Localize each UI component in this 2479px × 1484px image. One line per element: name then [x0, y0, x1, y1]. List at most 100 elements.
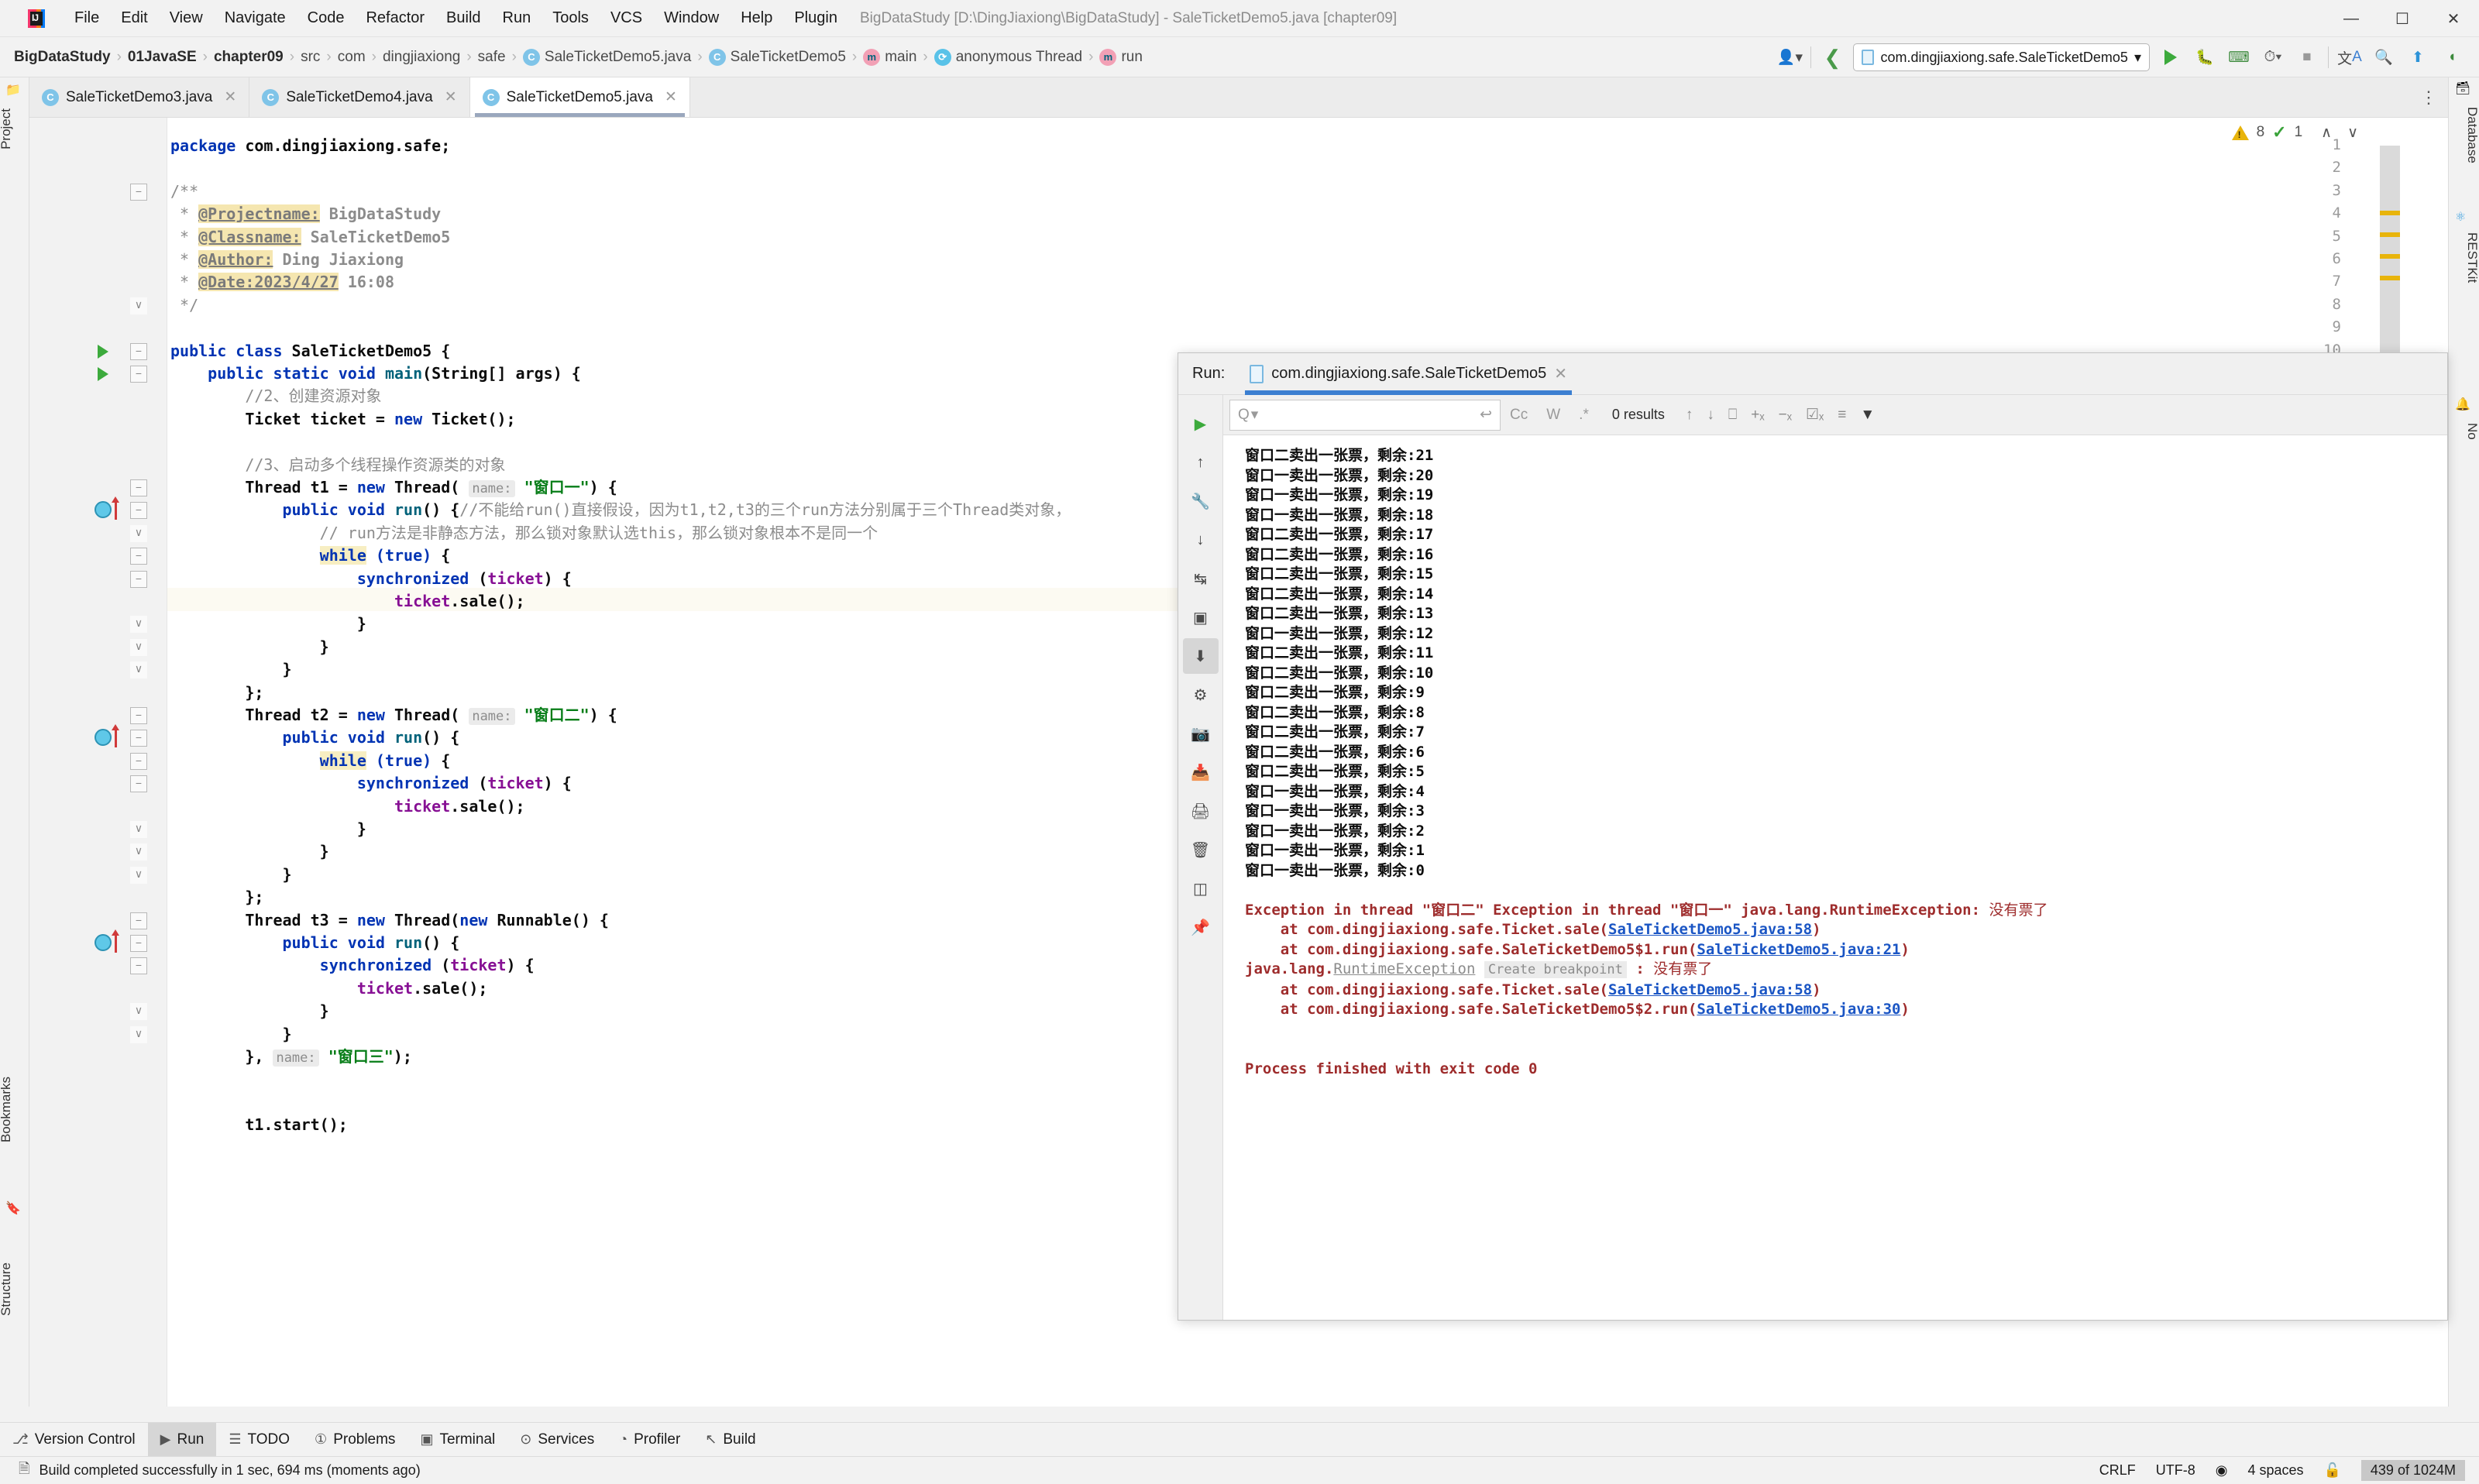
fold-marker[interactable]: − [130, 366, 147, 383]
breadcrumb-item-saleticketdemo5[interactable]: C SaleTicketDemo5 [708, 48, 846, 66]
console-output-line[interactable] [1245, 1039, 2447, 1060]
menu-item-navigate[interactable]: Navigate [214, 6, 297, 30]
print-icon[interactable]: 🖨 [1183, 793, 1219, 829]
fold-marker[interactable]: − [130, 775, 147, 793]
run-tab[interactable]: com.dingjiaxiong.safe.SaleTicketDemo5 ✕ [1245, 353, 1572, 395]
code-line[interactable]: t1.start(); [170, 1115, 347, 1134]
code-line[interactable]: Thread t2 = new Thread( name: "窗口二") { [170, 706, 617, 726]
console-error-line[interactable]: java.lang.RuntimeException Create breakp… [1245, 960, 2447, 981]
trash-icon[interactable]: 🗑 [1183, 832, 1219, 867]
code-line[interactable]: Ticket ticket = new Ticket(); [170, 410, 515, 428]
fold-marker[interactable]: − [130, 479, 147, 496]
scroll-to-end-icon[interactable]: ⬇ [1182, 638, 1219, 674]
breadcrumb-item-dingjiaxiong[interactable]: dingjiaxiong [383, 49, 460, 66]
code-line[interactable]: } [170, 637, 329, 656]
code-line[interactable]: // run方法是非静态方法，那么锁对象默认选this，那么锁对象根本不是同一个 [170, 524, 878, 542]
code-line[interactable]: * @Author: Ding Jiaxiong [170, 250, 404, 269]
scroll-down-icon[interactable]: ↓ [1183, 522, 1219, 558]
console-output-line[interactable]: 窗口一卖出一张票，剩余:0 [1245, 861, 2447, 881]
inspection-widget[interactable]: 8 ✓ 1 ∧ ∨ [2231, 122, 2358, 143]
console-icon[interactable]: ◫ [1183, 871, 1219, 906]
code-line[interactable]: }; [170, 683, 263, 702]
code-line[interactable]: }; [170, 888, 263, 906]
warning-stripe[interactable] [2380, 211, 2400, 215]
fold-marker[interactable]: − [130, 957, 147, 975]
console-output-line[interactable]: 窗口一卖出一张票，剩余:1 [1245, 841, 2447, 861]
console-output-line[interactable]: 窗口一卖出一张票，剩余:19 [1245, 486, 2447, 506]
debug-icon[interactable]: 🐛 [2192, 44, 2218, 70]
breadcrumb-item-main[interactable]: m main [863, 48, 916, 66]
fold-marker[interactable]: − [130, 502, 147, 520]
breadcrumb-item-01javase[interactable]: 01JavaSE [128, 49, 197, 66]
search-input[interactable] [1264, 407, 1474, 423]
code-line[interactable]: synchronized (ticket) { [170, 569, 572, 588]
console-error-line[interactable]: at com.dingjiaxiong.safe.SaleTicketDemo5… [1245, 1000, 2447, 1020]
breadcrumb-item-anonymous-thread[interactable]: ⟳ anonymous Thread [933, 48, 1082, 66]
tool-window-button-services[interactable]: ⊙ Services [507, 1423, 607, 1457]
warning-stripe[interactable] [2380, 276, 2400, 280]
tool-window-button-terminal[interactable]: ▣ Terminal [407, 1423, 507, 1457]
back-arrow-icon[interactable]: ❮ [1819, 44, 1845, 70]
thread-dump-icon[interactable]: ⚙ [1183, 677, 1219, 713]
editor-tab-saleticketdemo4-java[interactable]: C SaleTicketDemo4.java ✕ [249, 77, 470, 117]
breadcrumb-item-src[interactable]: src [301, 49, 320, 66]
code-line[interactable]: public void run() { [170, 933, 460, 952]
code-line[interactable]: while (true) { [170, 751, 450, 770]
code-line[interactable]: * @Classname: SaleTicketDemo5 [170, 227, 450, 246]
code-line[interactable]: ticket.sale(); [170, 979, 488, 998]
tool-window-button-todo[interactable]: ☰ TODO [216, 1423, 302, 1457]
tool-window-button-profiler[interactable]: ◔ Profiler [607, 1423, 693, 1457]
translate-icon[interactable]: 文A [2336, 44, 2363, 70]
menu-item-file[interactable]: File [64, 6, 110, 30]
menu-item-run[interactable]: Run [492, 6, 542, 30]
bookmarks-toolwindow-icon[interactable]: 🔖 [5, 1201, 24, 1219]
code-line[interactable]: ticket.sale(); [170, 797, 525, 816]
code-line[interactable]: } [170, 1025, 291, 1043]
code-line[interactable]: } [170, 819, 366, 838]
fold-marker[interactable]: ∨ [130, 661, 147, 679]
code-line[interactable]: } [170, 865, 291, 884]
console-output-line[interactable]: 窗口二卖出一张票，剩余:6 [1245, 743, 2447, 763]
console-error-line[interactable]: Exception in thread "窗口二" Exception in t… [1245, 901, 2447, 921]
notifications-bell-icon[interactable]: 🔔 [2455, 397, 2474, 415]
memory-indicator[interactable]: 439 of 1024M [2360, 1460, 2465, 1481]
pin-icon[interactable]: 📌 [1183, 909, 1219, 945]
console-output-line[interactable]: 窗口二卖出一张票，剩余:21 [1245, 446, 2447, 466]
console-error-line[interactable]: at com.dingjiaxiong.safe.Ticket.sale(Sal… [1245, 920, 2447, 940]
reset-search-icon[interactable]: ↩ [1480, 406, 1492, 424]
close-icon[interactable]: ✕ [445, 88, 457, 106]
console-output-line[interactable]: 窗口二卖出一张票，剩余:17 [1245, 525, 2447, 545]
sidebar-item-notifications[interactable]: No [2449, 423, 2479, 440]
console-output-line[interactable]: 窗口二卖出一张票，剩余:7 [1245, 723, 2447, 743]
fold-marker[interactable]: ∨ [130, 866, 147, 884]
indent-indicator[interactable]: 4 spaces [2247, 1462, 2303, 1479]
prev-match-icon[interactable]: ↑ [1679, 407, 1700, 424]
code-line[interactable]: public static void main(String[] args) { [170, 364, 581, 383]
console-output-line[interactable]: 窗口一卖出一张票，剩余:4 [1245, 782, 2447, 802]
run-icon[interactable] [2158, 44, 2184, 70]
chevron-down-icon[interactable]: ▾ [1251, 406, 1259, 424]
search-everywhere-icon[interactable]: 🔍 [2371, 44, 2397, 70]
maximize-button[interactable]: ☐ [2377, 0, 2428, 37]
console-output-line[interactable]: 窗口一卖出一张票，剩余:12 [1245, 624, 2447, 644]
camera-icon[interactable]: 📷 [1183, 716, 1219, 751]
code-line[interactable]: */ [170, 296, 198, 314]
fold-marker[interactable]: ∨ [130, 1003, 147, 1021]
code-line[interactable]: * @Date:2023/4/27 16:08 [170, 273, 394, 292]
whole-word-toggle[interactable]: W [1537, 407, 1570, 424]
export-icon[interactable]: 📥 [1183, 754, 1219, 790]
fold-marker[interactable]: − [130, 730, 147, 747]
sidebar-item-project[interactable]: Project [0, 108, 28, 149]
fold-marker[interactable]: ∨ [130, 524, 147, 542]
tool-window-button-build[interactable]: ↖ Build [693, 1423, 768, 1457]
fold-marker[interactable]: − [130, 752, 147, 770]
filter-icon[interactable]: ▼ [1853, 407, 1882, 424]
code-line[interactable]: Thread t3 = new Thread(new Runnable() { [170, 911, 609, 929]
code-line[interactable]: ticket.sale(); [170, 592, 525, 610]
encoding-indicator[interactable]: UTF-8 [2156, 1462, 2195, 1479]
scroll-up-icon[interactable]: ↑ [1183, 445, 1219, 480]
code-line[interactable]: public void run() { [170, 728, 460, 747]
lock-icon[interactable]: 🔓 [2323, 1462, 2340, 1479]
console-output-line[interactable]: 窗口一卖出一张票，剩余:20 [1245, 466, 2447, 486]
profile-icon[interactable]: ⏱▾ [2260, 44, 2286, 70]
